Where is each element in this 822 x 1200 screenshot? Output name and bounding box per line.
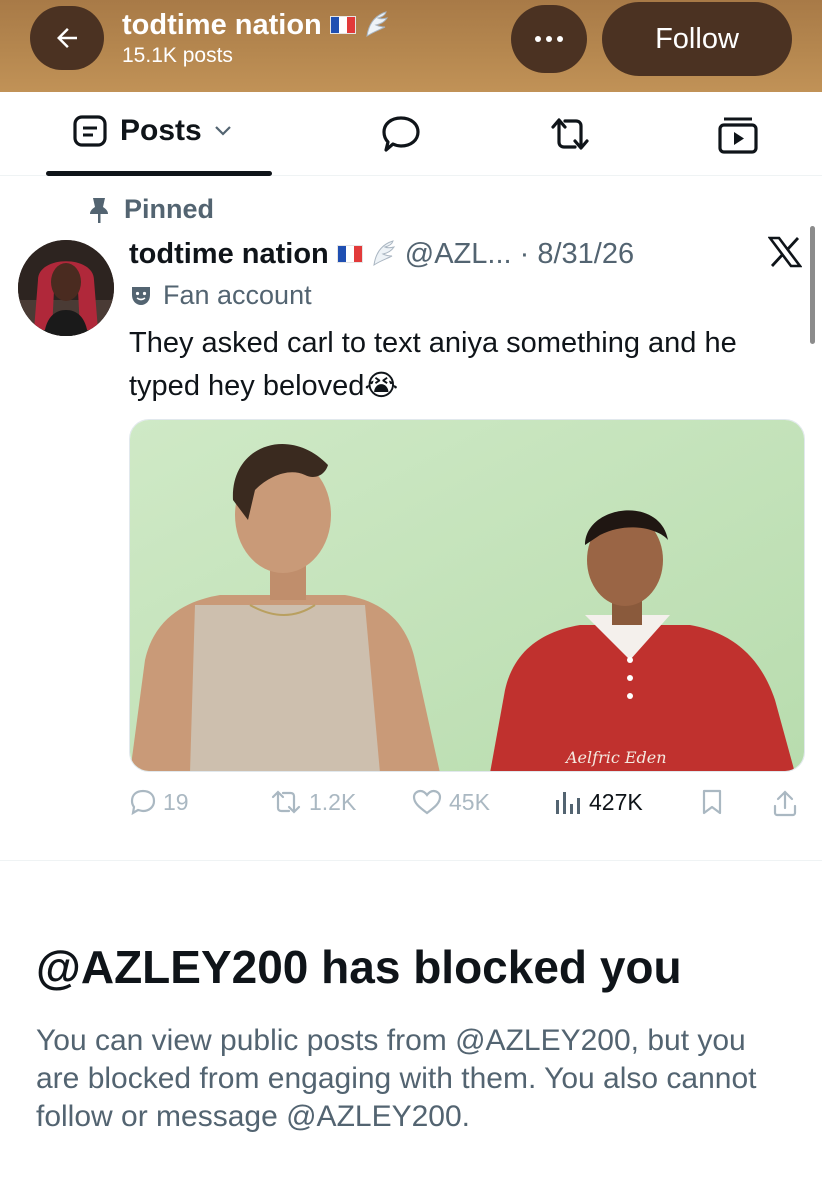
pin-icon bbox=[90, 197, 108, 223]
pinned-label: Pinned bbox=[124, 194, 215, 224]
france-flag-icon bbox=[336, 245, 363, 263]
post-text: They asked carl to text aniya something … bbox=[129, 327, 737, 402]
more-dots-icon bbox=[535, 36, 563, 42]
profile-tabs: Posts bbox=[0, 92, 822, 176]
bookmark-button[interactable] bbox=[699, 788, 725, 816]
post-action-bar: 19 1.2K 45K 427K bbox=[129, 788, 805, 828]
views-count: 427K bbox=[589, 788, 643, 815]
back-button[interactable] bbox=[30, 6, 104, 70]
angel-wing-icon bbox=[373, 240, 395, 267]
reply-button[interactable]: 19 bbox=[129, 788, 189, 816]
video-media-icon bbox=[718, 117, 758, 154]
shirt-logo-text: Aelfric Eden bbox=[564, 748, 667, 767]
avatar-image bbox=[18, 240, 114, 336]
bookmark-icon bbox=[702, 789, 722, 815]
tab-media[interactable] bbox=[716, 114, 760, 161]
back-arrow-icon bbox=[57, 28, 77, 48]
tab-reposts[interactable] bbox=[547, 114, 593, 159]
repost-icon bbox=[551, 118, 589, 150]
profile-header: todtime nation 15.1K posts Follow bbox=[0, 0, 822, 92]
france-flag-icon bbox=[329, 16, 356, 34]
views-button[interactable]: 427K bbox=[553, 788, 643, 816]
author-handle-date[interactable]: @AZL... · 8/31/26 bbox=[405, 234, 634, 274]
section-divider bbox=[0, 860, 822, 861]
heart-icon bbox=[412, 789, 442, 815]
share-button[interactable] bbox=[771, 788, 799, 818]
reply-bubble-icon bbox=[382, 116, 420, 152]
more-options-button[interactable] bbox=[511, 5, 587, 73]
repost-icon bbox=[271, 790, 301, 814]
tab-posts-label: Posts bbox=[120, 114, 202, 147]
follow-button[interactable]: Follow bbox=[602, 2, 792, 76]
fan-account-label: Fan account bbox=[163, 280, 312, 310]
share-icon bbox=[773, 790, 797, 817]
author-name[interactable]: todtime nation bbox=[129, 234, 329, 274]
repost-button[interactable]: 1.2K bbox=[269, 788, 356, 816]
bar-chart-icon bbox=[556, 792, 580, 814]
tab-replies[interactable] bbox=[380, 114, 422, 159]
active-tab-indicator bbox=[46, 171, 272, 176]
like-count: 45K bbox=[449, 788, 490, 815]
theater-mask-icon bbox=[132, 286, 150, 305]
fan-account-badge: Fan account bbox=[129, 280, 312, 311]
chevron-down-icon bbox=[214, 126, 231, 136]
reply-icon bbox=[130, 789, 156, 816]
post-media-image[interactable]: Aelfric Eden bbox=[129, 419, 805, 772]
x-logo-icon[interactable] bbox=[767, 236, 803, 273]
author-avatar[interactable] bbox=[18, 240, 114, 336]
posts-list-icon bbox=[73, 115, 107, 147]
angel-wing-icon bbox=[366, 11, 388, 38]
tab-posts[interactable]: Posts bbox=[72, 114, 232, 148]
posts-count: 15.1K posts bbox=[122, 44, 233, 67]
like-button[interactable]: 45K bbox=[411, 788, 490, 816]
profile-title-row: todtime nation bbox=[122, 8, 390, 42]
reply-count: 19 bbox=[163, 788, 189, 815]
profile-name: todtime nation bbox=[122, 9, 322, 41]
blocked-description: You can view public posts from @AZLEY200… bbox=[36, 1024, 757, 1133]
blocked-heading: @AZLEY200 has blocked you bbox=[36, 941, 682, 993]
scrollbar[interactable] bbox=[810, 226, 815, 344]
post-author-row: todtime nation @AZL... · 8/31/26 bbox=[129, 234, 634, 274]
photo-two-men: Aelfric Eden bbox=[130, 420, 804, 771]
repost-count: 1.2K bbox=[309, 788, 357, 815]
pinned-indicator: Pinned bbox=[88, 194, 214, 225]
